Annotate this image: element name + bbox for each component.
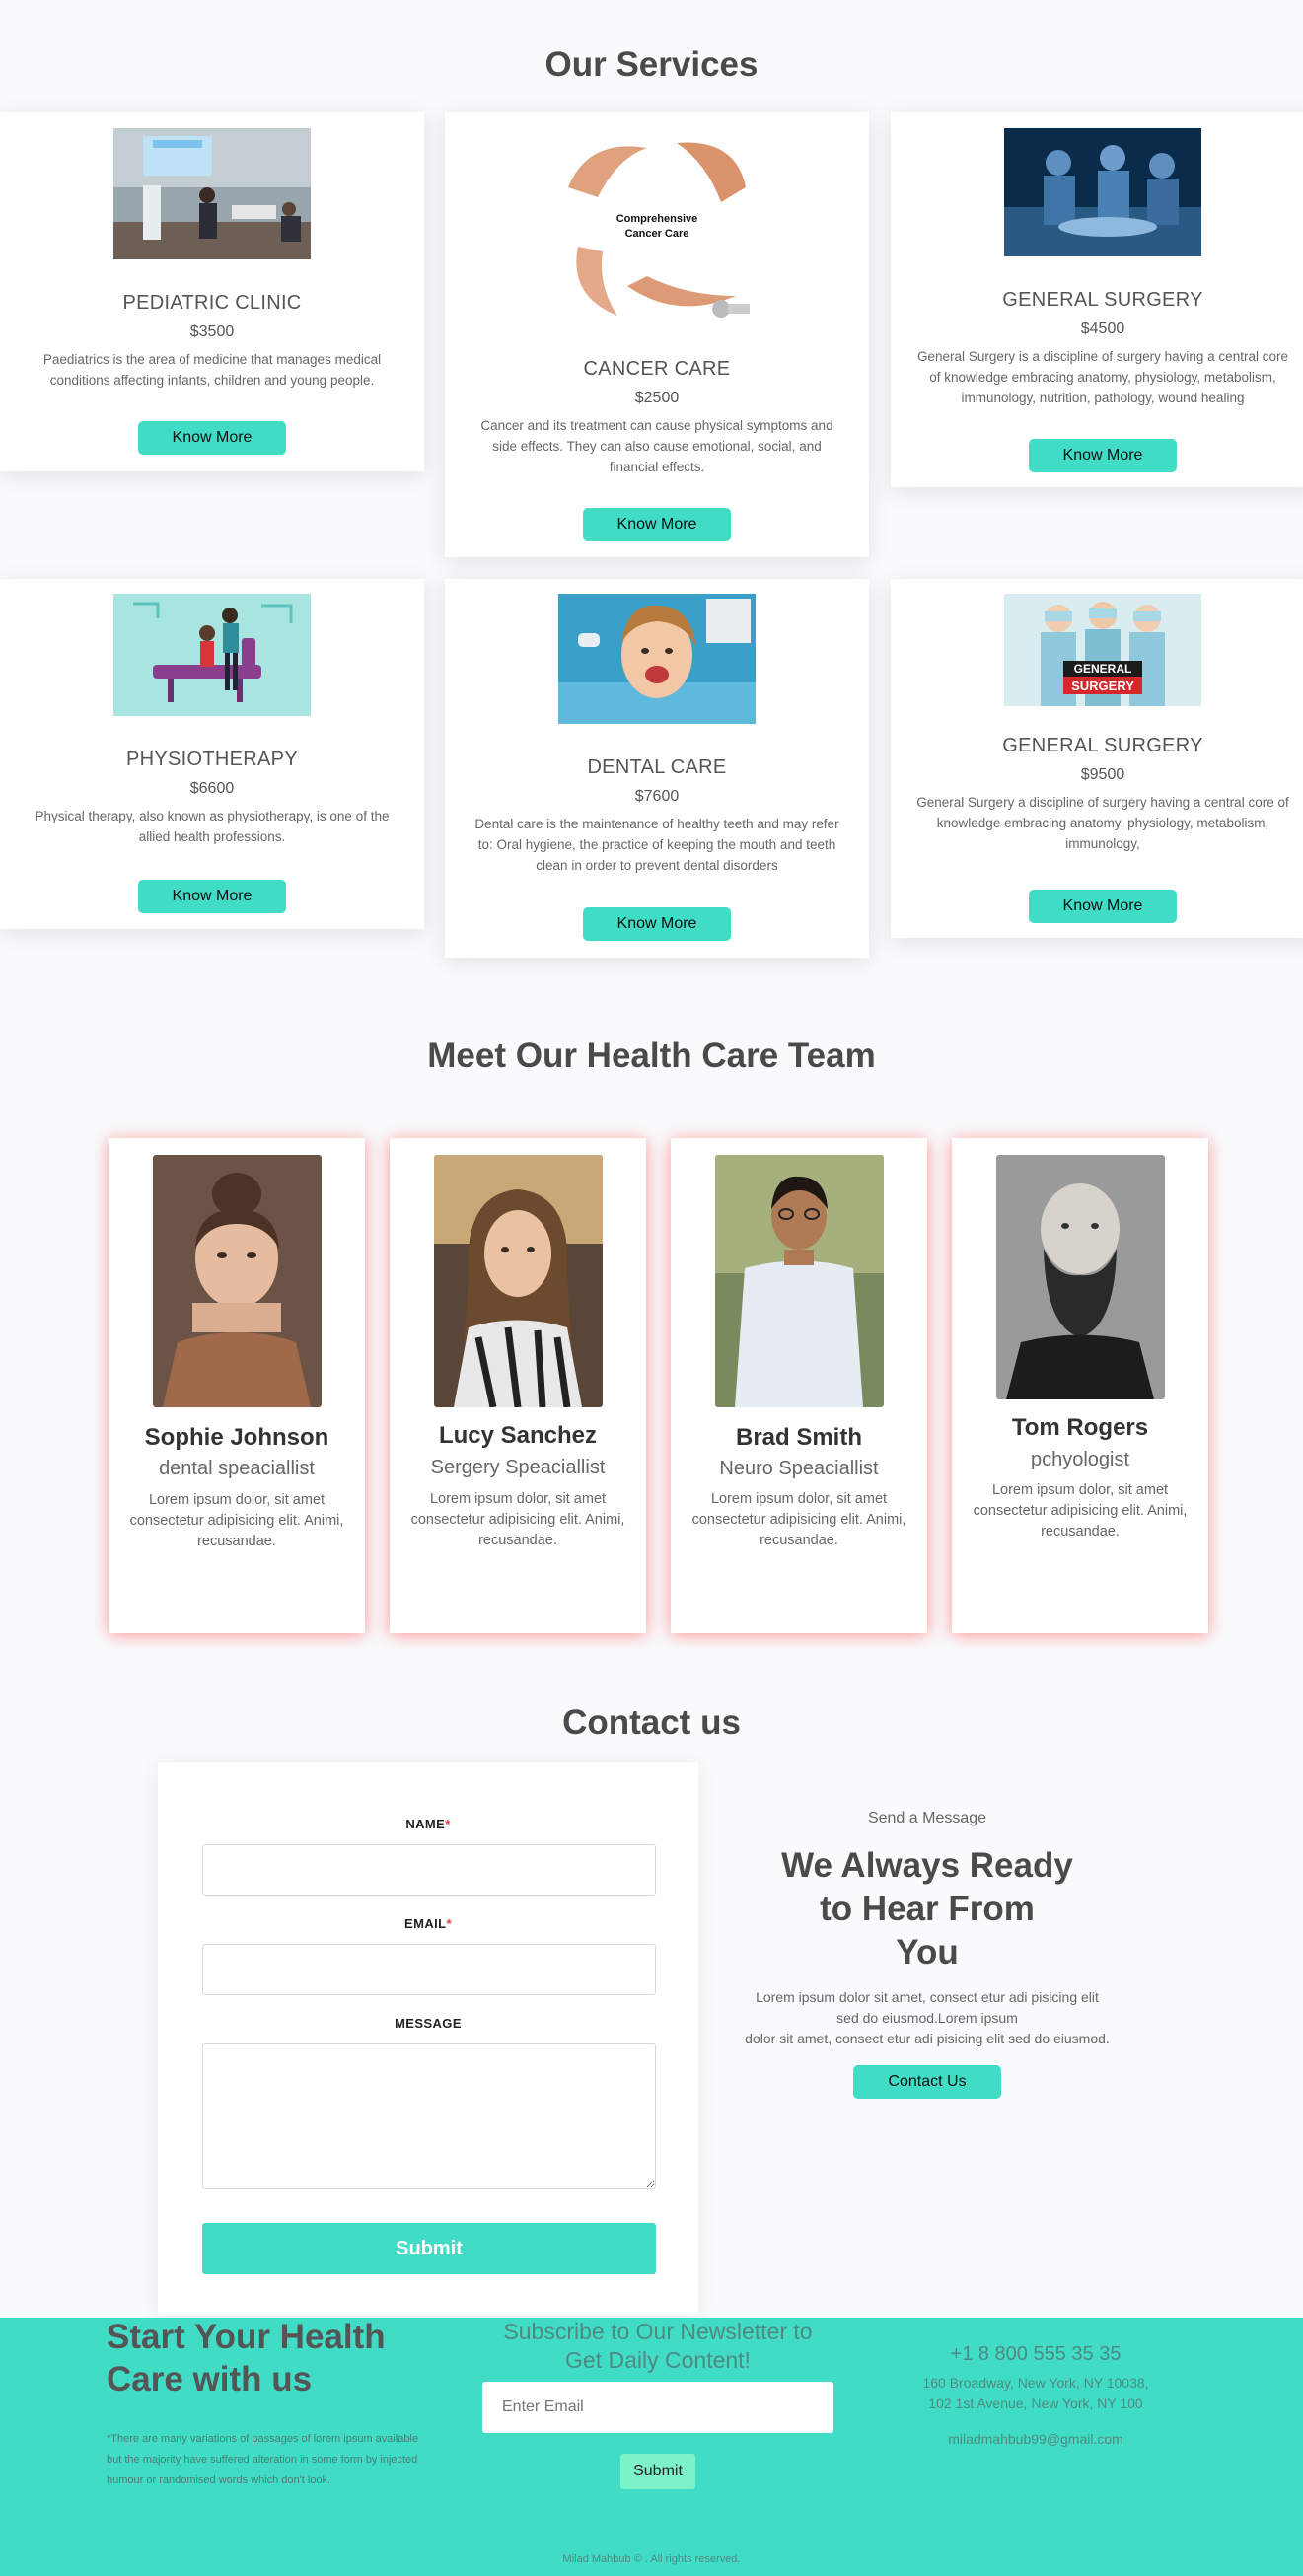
know-more-button[interactable]: Know More [1029, 439, 1177, 472]
footer-note-line-2: but the majority have suffered alteratio… [107, 2454, 418, 2466]
service-price: $3500 [189, 323, 235, 340]
team-member-description: Lorem ipsum dolor, sit amet consectetur … [691, 1491, 906, 1548]
team-card-sophie: Sophie Johnson dental speaciallist Lorem… [109, 1138, 365, 1633]
cancer-care-image: Comprehensive Cancer Care [558, 128, 756, 325]
service-title: DENTAL CARE [587, 756, 727, 778]
team-member-role: pchyologist [1030, 1449, 1130, 1470]
service-description: General Surgery is a discipline of surge… [917, 349, 1288, 405]
general-surgery-image [1004, 128, 1201, 256]
service-title: GENERAL SURGERY [1002, 289, 1203, 311]
service-description: Paediatrics is the area of medicine that… [42, 352, 382, 388]
team-member-role: dental speaciallist [159, 1458, 315, 1479]
know-more-button[interactable]: Know More [138, 421, 286, 455]
service-title: PEDIATRIC CLINIC [122, 292, 302, 314]
team-card-tom: Tom Rogers pchyologist Lorem ipsum dolor… [952, 1138, 1208, 1633]
team-card-lucy: Lucy Sanchez Sergery Speaciallist Lorem … [390, 1138, 646, 1633]
required-mark: * [446, 1916, 452, 1931]
footer-copyright: Milad Mahbub © . All rights reserved. [562, 2553, 741, 2565]
newsletter-email-input[interactable] [482, 2382, 833, 2433]
footer-email[interactable]: miladmahbub99@gmail.com [888, 2431, 1184, 2447]
message-field[interactable] [202, 2043, 656, 2189]
know-more-button[interactable]: Know More [583, 508, 731, 541]
newsletter-submit-button[interactable]: Submit [620, 2454, 695, 2489]
team-member-description: Lorem ipsum dolor, sit amet consectetur … [410, 1491, 625, 1548]
contact-heading-line-1: We Always Ready [781, 1846, 1073, 1885]
name-label-text: NAME [405, 1817, 446, 1831]
team-member-name: Lucy Sanchez [438, 1422, 598, 1449]
service-price: $2500 [634, 390, 680, 406]
avatar [996, 1155, 1165, 1399]
service-description: Physical therapy, also known as physioth… [35, 809, 390, 844]
contact-title: Contact us [562, 1703, 741, 1742]
avatar [153, 1155, 322, 1407]
general-surgery-team-image: GENERAL SURGERY [1004, 594, 1201, 706]
surgery-image-text-1: GENERAL [1074, 662, 1132, 676]
surgery-image-text-2: SURGERY [1071, 679, 1134, 693]
service-description: Dental care is the maintenance of health… [474, 817, 839, 873]
service-card-general-surgery: GENERAL SURGERY $4500 General Surgery is… [891, 112, 1303, 487]
team-member-name: Brad Smith [735, 1424, 862, 1451]
message-label: MESSAGE [395, 2016, 462, 2031]
team-member-role: Sergery Speaciallist [430, 1457, 606, 1478]
contact-body-line-2: sed do eiusmod.Lorem ipsum [836, 2010, 1018, 2026]
footer-headline-line-1: Start Your Health [107, 2318, 386, 2356]
footer-note-line-1: *There are many variations of passages o… [107, 2433, 419, 2445]
footer-address-line-1: 160 Broadway, New York, NY 10038, [922, 2375, 1149, 2391]
contact-heading-line-2: to Hear From [820, 1890, 1035, 1928]
service-title: GENERAL SURGERY [1002, 735, 1203, 756]
name-label: NAME* [158, 1817, 698, 1831]
service-card-pediatric: PEDIATRIC CLINIC $3500 Paediatrics is th… [0, 112, 424, 471]
name-field[interactable] [202, 1844, 656, 1896]
service-price: $6600 [189, 780, 235, 797]
service-price: $9500 [1080, 766, 1125, 783]
contact-us-button[interactable]: Contact Us [853, 2065, 1001, 2099]
footer-phone: +1 8 800 555 35 35 [950, 2343, 1122, 2365]
footer-address-line-2: 102 1st Avenue, New York, NY 100 [928, 2396, 1143, 2411]
know-more-button[interactable]: Know More [583, 907, 731, 941]
contact-form: NAME* EMAIL* MESSAGE Submit [158, 1762, 698, 2315]
team-member-description: Lorem ipsum dolor, sit amet consectetur … [129, 1492, 344, 1549]
contact-body-line-1: Lorem ipsum dolor sit amet, consect etur… [756, 1989, 1099, 2005]
service-title: PHYSIOTHERAPY [126, 749, 298, 770]
avatar [715, 1155, 884, 1407]
service-card-general-surgery-2: GENERAL SURGERY GENERAL SURGERY $9500 Ge… [891, 579, 1303, 938]
service-card-physiotherapy: PHYSIOTHERAPY $6600 Physical therapy, al… [0, 579, 424, 929]
newsletter-heading-line-2: Get Daily Content! [565, 2347, 751, 2373]
team-member-name: Tom Rogers [1011, 1414, 1149, 1441]
team-card-brad: Brad Smith Neuro Speaciallist Lorem ipsu… [671, 1138, 927, 1633]
service-card-dental: DENTAL CARE $7600 Dental care is the mai… [445, 579, 869, 958]
team-member-name: Sophie Johnson [144, 1424, 329, 1451]
team-member-role: Neuro Speaciallist [719, 1458, 879, 1479]
newsletter-heading-line-1: Subscribe to Our Newsletter to [503, 2319, 813, 2344]
footer-note-line-3: humour or randomised words which don't l… [107, 2474, 331, 2486]
service-description: General Surgery a discipline of surgery … [916, 795, 1289, 851]
email-field[interactable] [202, 1944, 656, 1995]
cancer-image-text-2: Cancer Care [625, 228, 689, 240]
physiotherapy-image [113, 594, 311, 716]
contact-heading-line-3: You [896, 1933, 959, 1971]
service-card-cancer: Comprehensive Cancer Care CANCER CARE $2… [445, 112, 869, 557]
required-mark: * [445, 1817, 451, 1831]
footer-headline-line-2: Care with us [107, 2360, 313, 2398]
team-member-description: Lorem ipsum dolor, sit amet consectetur … [973, 1482, 1188, 1539]
services-title: Our Services [544, 45, 759, 84]
contact-body-line-3: dolor sit amet, consect etur adi pisicin… [745, 2031, 1110, 2046]
avatar [434, 1155, 603, 1407]
service-price: $7600 [634, 788, 680, 805]
pediatric-clinic-image [113, 128, 311, 259]
dental-care-image [558, 594, 756, 724]
know-more-button[interactable]: Know More [1029, 890, 1177, 923]
footer: Start Your Health Care with us *There ar… [0, 2318, 1303, 2576]
cancer-image-text-1: Comprehensive [616, 213, 698, 225]
service-title: CANCER CARE [583, 358, 731, 380]
service-description: Cancer and its treatment can cause physi… [480, 418, 833, 474]
team-title: Meet Our Health Care Team [427, 1037, 876, 1075]
service-price: $4500 [1080, 321, 1125, 337]
email-label: EMAIL* [158, 1916, 698, 1931]
know-more-button[interactable]: Know More [138, 880, 286, 913]
submit-button[interactable]: Submit [202, 2223, 656, 2274]
email-label-text: EMAIL [404, 1916, 447, 1931]
contact-kicker: Send a Message [867, 1810, 987, 1826]
